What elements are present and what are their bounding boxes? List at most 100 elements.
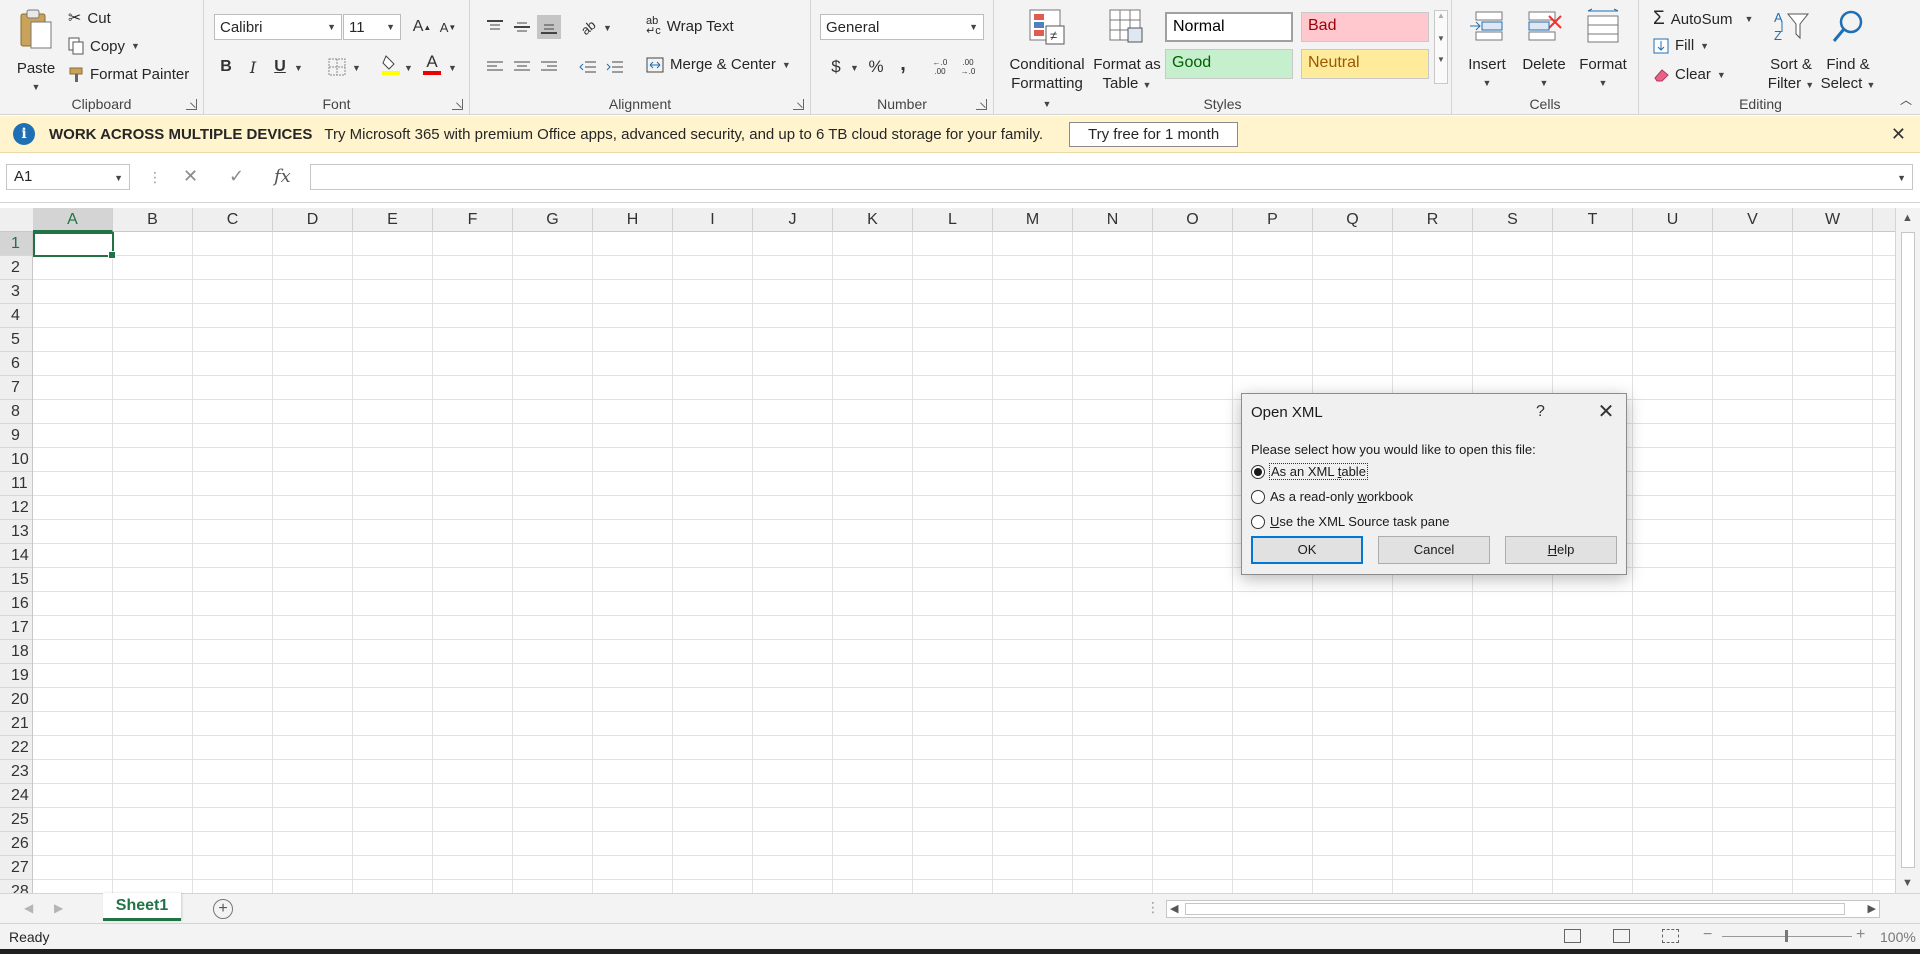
row-header[interactable]: 27 xyxy=(0,856,32,880)
row-header[interactable]: 25 xyxy=(0,808,32,832)
vertical-scroll-thumb[interactable] xyxy=(1901,232,1915,868)
help-button[interactable]: Help xyxy=(1505,536,1617,564)
radio-read-only-workbook[interactable] xyxy=(1251,489,1265,504)
alignment-launcher-icon[interactable] xyxy=(793,99,804,110)
row-header[interactable]: 18 xyxy=(0,640,32,664)
increase-decimal-button[interactable]: ←.0 .00 xyxy=(928,55,952,79)
scroll-right-icon[interactable]: ▶ xyxy=(1868,902,1876,915)
decrease-indent-button[interactable] xyxy=(576,55,600,79)
align-center-button[interactable] xyxy=(510,55,534,79)
row-header[interactable]: 6 xyxy=(0,352,32,376)
row-header[interactable]: 26 xyxy=(0,832,32,856)
row-header[interactable]: 7 xyxy=(0,376,32,400)
styles-gallery-scroll[interactable]: ▲ ▼ ▼ xyxy=(1434,10,1448,84)
active-cell[interactable] xyxy=(33,232,116,259)
style-normal[interactable]: Normal xyxy=(1165,12,1293,42)
close-icon[interactable]: ✕ xyxy=(1891,124,1906,145)
row-header[interactable]: 24 xyxy=(0,784,32,808)
column-header[interactable]: C xyxy=(193,208,273,232)
column-header[interactable]: V xyxy=(1713,208,1793,232)
shrink-font-button[interactable]: A ▼ xyxy=(436,15,460,39)
insert-button[interactable]: Insert ▼ xyxy=(1462,8,1512,93)
format-painter-button[interactable]: Format Painter xyxy=(68,66,189,83)
column-header[interactable]: D xyxy=(273,208,353,232)
zoom-level[interactable]: 100% xyxy=(1880,929,1916,945)
name-box[interactable]: A1 ▼ xyxy=(6,164,130,190)
clear-button[interactable]: Clear ▼ xyxy=(1653,66,1726,83)
paste-button[interactable]: Paste ▼ xyxy=(10,8,62,97)
row-header[interactable]: 8 xyxy=(0,400,32,424)
column-header[interactable]: N xyxy=(1073,208,1153,232)
radio-xml-source-pane[interactable] xyxy=(1251,514,1265,529)
chevron-down-icon[interactable]: ▼ xyxy=(294,63,303,73)
zoom-out-icon[interactable]: − xyxy=(1703,926,1712,944)
radio-xml-table[interactable] xyxy=(1251,464,1265,479)
column-header[interactable]: L xyxy=(913,208,993,232)
row-header[interactable]: 28 xyxy=(0,880,32,893)
column-header[interactable]: J xyxy=(753,208,833,232)
row-header[interactable]: 13 xyxy=(0,520,32,544)
column-header[interactable]: R xyxy=(1393,208,1473,232)
next-sheet-icon[interactable]: ▶ xyxy=(54,901,63,915)
merge-center-button[interactable]: Merge & Center ▼ xyxy=(646,56,791,73)
borders-button[interactable] xyxy=(325,55,349,79)
increase-indent-button[interactable] xyxy=(603,55,627,79)
cancel-icon[interactable]: ✕ xyxy=(183,166,198,187)
formula-input[interactable]: ▼ xyxy=(310,164,1913,190)
chevron-down-icon[interactable]: ▼ xyxy=(448,63,457,73)
tab-split-grip-icon[interactable]: ⋮ xyxy=(1146,899,1160,916)
row-header[interactable]: 9 xyxy=(0,424,32,448)
row-header[interactable]: 21 xyxy=(0,712,32,736)
row-header[interactable]: 10 xyxy=(0,448,32,472)
font-launcher-icon[interactable] xyxy=(452,99,463,110)
column-header[interactable]: U xyxy=(1633,208,1713,232)
grow-font-button[interactable]: A ▲ xyxy=(410,15,434,39)
find-select-button[interactable]: Find & Select ▼ xyxy=(1819,8,1877,95)
scroll-left-icon[interactable]: ◀ xyxy=(1170,902,1178,915)
format-as-table-button[interactable]: Format as Table ▼ xyxy=(1090,8,1164,95)
row-header[interactable]: 11 xyxy=(0,472,32,496)
row-header[interactable]: 12 xyxy=(0,496,32,520)
dialog-help-icon[interactable]: ? xyxy=(1536,403,1545,421)
middle-align-button[interactable] xyxy=(510,15,534,39)
vertical-scrollbar[interactable]: ▲ ▼ xyxy=(1895,208,1920,893)
copy-button[interactable]: Copy ▼ xyxy=(68,37,140,55)
column-header[interactable]: T xyxy=(1553,208,1633,232)
top-align-button[interactable] xyxy=(483,15,507,39)
formula-bar-grip-icon[interactable]: ⋮ xyxy=(148,169,162,186)
collapse-ribbon-icon[interactable]: ︿ xyxy=(1900,91,1912,108)
try-free-button[interactable]: Try free for 1 month xyxy=(1069,121,1239,147)
row-header[interactable]: 16 xyxy=(0,592,32,616)
enter-icon[interactable]: ✓ xyxy=(229,166,244,187)
row-header[interactable]: 19 xyxy=(0,664,32,688)
column-header[interactable]: W xyxy=(1793,208,1873,232)
column-header[interactable]: P xyxy=(1233,208,1313,232)
page-break-view-icon[interactable] xyxy=(1662,929,1679,943)
row-header[interactable]: 4 xyxy=(0,304,32,328)
column-header[interactable]: I xyxy=(673,208,753,232)
align-right-button[interactable] xyxy=(537,55,561,79)
chevron-down-icon[interactable]: ▼ xyxy=(850,63,859,73)
row-header[interactable]: 22 xyxy=(0,736,32,760)
style-bad[interactable]: Bad xyxy=(1301,12,1429,42)
column-header[interactable]: O xyxy=(1153,208,1233,232)
sort-filter-button[interactable]: AZ Sort & Filter ▼ xyxy=(1763,8,1819,95)
zoom-in-icon[interactable]: + xyxy=(1856,926,1865,944)
fill-color-button[interactable] xyxy=(379,52,403,76)
row-header[interactable]: 1 xyxy=(0,232,32,256)
row-header[interactable]: 23 xyxy=(0,760,32,784)
option-read-only-workbook[interactable]: As a read-only workbook xyxy=(1251,489,1413,504)
cancel-button[interactable]: Cancel xyxy=(1378,536,1490,564)
row-header[interactable]: 2 xyxy=(0,256,32,280)
number-format-combo[interactable]: General ▼ xyxy=(820,14,984,40)
row-header[interactable]: 3 xyxy=(0,280,32,304)
page-layout-view-icon[interactable] xyxy=(1613,929,1630,943)
scroll-up-icon[interactable]: ▲ xyxy=(1902,212,1913,224)
comma-button[interactable]: , xyxy=(891,52,915,76)
cut-button[interactable]: ✂ Cut xyxy=(68,8,111,28)
style-neutral[interactable]: Neutral xyxy=(1301,49,1429,79)
orientation-button[interactable]: ab xyxy=(576,15,600,39)
dialog-close-icon[interactable]: ✕ xyxy=(1592,398,1620,426)
horizontal-scroll-thumb[interactable] xyxy=(1185,903,1845,915)
column-header[interactable]: F xyxy=(433,208,513,232)
